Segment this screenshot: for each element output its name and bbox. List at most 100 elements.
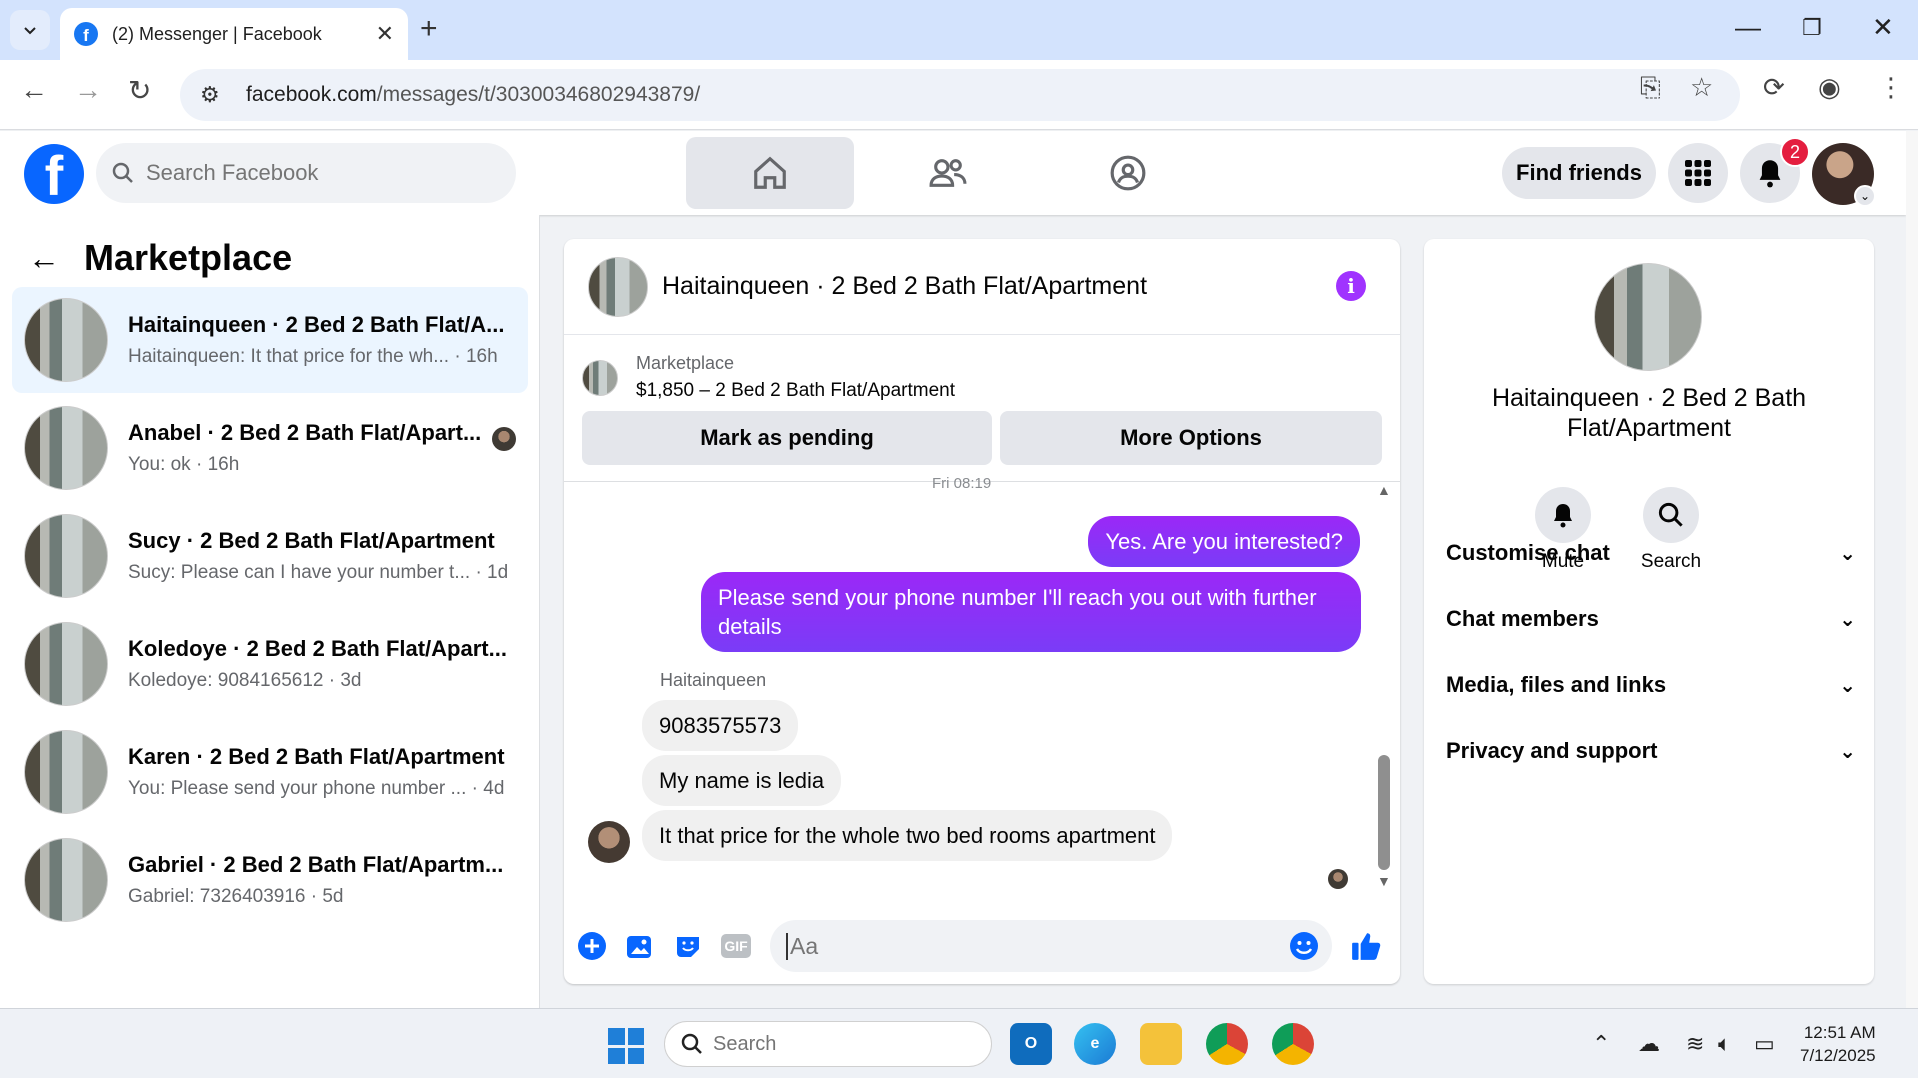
menu-grid-button[interactable]	[1668, 143, 1728, 203]
notification-badge: 2	[1780, 137, 1810, 167]
install-app-icon[interactable]: ⎘	[1640, 72, 1661, 104]
listing-thumbnail	[24, 838, 108, 922]
extension-icon[interactable]: ⟳	[1763, 72, 1785, 103]
chevron-down-icon: ⌄	[1854, 185, 1876, 207]
more-options-button[interactable]: More Options	[1000, 411, 1382, 465]
conversation-item[interactable]: Sucy · 2 Bed 2 Bath Flat/Apartment Sucy: …	[12, 503, 528, 609]
forward-icon[interactable]: →	[74, 74, 102, 106]
back-icon[interactable]: ←	[20, 74, 48, 106]
message-input-wrap[interactable]	[770, 920, 1332, 972]
facebook-search-input[interactable]	[146, 160, 486, 186]
windows-start-icon[interactable]	[608, 1028, 644, 1064]
edge-icon[interactable]: e	[1074, 1023, 1116, 1065]
conversation-item[interactable]: Koledoye · 2 Bed 2 Bath Flat/Apart... Kol…	[12, 611, 528, 717]
message-timestamp: Fri 08:19	[932, 475, 992, 492]
conversation-item[interactable]: Karen · 2 Bed 2 Bath Flat/Apartment You: …	[12, 719, 528, 825]
emoji-button[interactable]	[1288, 930, 1320, 962]
info-icon[interactable]: i	[1336, 271, 1366, 301]
sticker-button[interactable]	[672, 930, 704, 962]
photo-button[interactable]	[624, 930, 656, 962]
chat-info-panel: Haitainqueen · 2 Bed 2 Bath Flat/Apartme…	[1424, 239, 1874, 984]
chat-title[interactable]: Haitainqueen · 2 Bed 2 Bath Flat/Apartme…	[662, 272, 1147, 301]
profile-icon[interactable]: ◉	[1818, 72, 1841, 103]
sender-avatar[interactable]	[588, 821, 630, 863]
new-tab-button[interactable]: +	[420, 12, 438, 46]
scroll-up-icon[interactable]: ▲	[1377, 482, 1391, 498]
chrome-icon[interactable]	[1206, 1023, 1248, 1065]
onedrive-icon[interactable]: ☁	[1638, 1031, 1660, 1057]
section-label: Customise chat	[1446, 540, 1610, 565]
battery-icon[interactable]: ▭	[1754, 1031, 1775, 1057]
page-scrollbar[interactable]	[1906, 131, 1918, 1008]
gif-button[interactable]: GIF	[720, 930, 752, 962]
outgoing-message[interactable]: Yes. Are you interested?	[1088, 516, 1360, 567]
account-avatar[interactable]: ⌄	[1812, 143, 1876, 207]
home-icon	[754, 156, 786, 189]
nav-friends[interactable]	[864, 137, 1032, 209]
browser-tab[interactable]: f (2) Messenger | Facebook ✕	[60, 8, 408, 60]
site-settings-icon[interactable]: ⚙	[200, 82, 236, 108]
conversation-item[interactable]: Anabel · 2 Bed 2 Bath Flat/Apart... You: …	[12, 395, 528, 501]
like-button[interactable]	[1350, 930, 1382, 962]
section-chat-members[interactable]: Chat members ⌄	[1446, 599, 1856, 639]
incoming-message[interactable]: It that price for the whole two bed room…	[642, 810, 1173, 861]
marketplace-listing[interactable]: Marketplace $1,850 – 2 Bed 2 Bath Flat/A…	[582, 353, 955, 402]
listing-thumbnail	[24, 730, 108, 814]
section-media-files-links[interactable]: Media, files and links ⌄	[1446, 665, 1856, 705]
back-arrow-icon[interactable]: ←	[28, 240, 60, 277]
outlook-icon[interactable]: O	[1010, 1023, 1052, 1065]
window-close-button[interactable]: ✕	[1872, 12, 1894, 43]
chat-scrollbar-thumb[interactable]	[1378, 755, 1390, 870]
conversation-name: Karen · 2 Bed 2 Bath Flat/Apartment	[128, 744, 505, 769]
menu-kebab-icon[interactable]: ⋮	[1878, 72, 1904, 103]
wifi-icon[interactable]: ≋	[1686, 1031, 1704, 1057]
scroll-down-icon[interactable]: ▼	[1377, 873, 1391, 889]
conversation-item[interactable]: Gabriel · 2 Bed 2 Bath Flat/Apartm... Gab…	[12, 827, 528, 933]
seen-avatar	[1328, 869, 1348, 889]
section-customise-chat[interactable]: Customise chat ⌄	[1446, 533, 1856, 573]
facebook-search[interactable]	[96, 143, 516, 203]
outgoing-message[interactable]: Please send your phone number I'll reach…	[701, 572, 1361, 652]
chrome-profile-icon[interactable]	[1272, 1023, 1314, 1065]
minimize-button[interactable]: —	[1735, 12, 1761, 43]
conversation-preview: Haitainqueen: It that price for the wh..…	[128, 346, 498, 367]
volume-icon[interactable]: 🔈︎	[1718, 1031, 1731, 1057]
restore-button[interactable]: ❐	[1802, 15, 1822, 41]
nav-groups[interactable]	[1044, 137, 1212, 209]
chat-thumbnail[interactable]	[588, 256, 648, 317]
tray-chevron-up-icon[interactable]: ⌃	[1592, 1031, 1610, 1057]
tab-search-button[interactable]	[10, 10, 50, 50]
file-explorer-icon[interactable]	[1140, 1023, 1182, 1065]
system-clock[interactable]: 12:51 AM 7/12/2025	[1800, 1021, 1876, 1067]
reload-icon[interactable]: ↻	[128, 74, 151, 107]
message-composer: GIF	[564, 911, 1400, 984]
facebook-logo-icon[interactable]: f	[24, 144, 84, 204]
thumbs-up-icon	[1352, 933, 1381, 960]
info-thumbnail[interactable]	[1594, 263, 1702, 371]
address-bar[interactable]: ⚙ facebook.com/messages/t/30300346802943…	[180, 69, 1740, 121]
taskbar-search-input[interactable]	[713, 1032, 913, 1056]
section-privacy-support[interactable]: Privacy and support ⌄	[1446, 731, 1856, 771]
taskbar-search[interactable]	[664, 1021, 992, 1067]
search-icon	[681, 1033, 702, 1054]
tab-close-icon[interactable]: ✕	[376, 21, 394, 47]
conversation-preview: Gabriel: 7326403916 · 5d	[128, 886, 344, 907]
incoming-message[interactable]: 9083575573	[642, 700, 799, 751]
taskbar: O e ⌃ ☁ ≋ 🔈︎ ▭ 12:51 AM 7/12/2025	[0, 1008, 1918, 1078]
incoming-message[interactable]: My name is ledia	[642, 755, 842, 806]
search-icon	[1658, 502, 1683, 527]
listing-thumbnail	[24, 514, 108, 598]
find-friends-button[interactable]: Find friends	[1502, 147, 1656, 199]
conversation-preview: You: ok · 16h	[128, 454, 240, 475]
sender-name: Haitainqueen	[660, 670, 767, 690]
facebook-header: f Find friends 2 ⌄	[0, 131, 1906, 215]
mark-as-pending-button[interactable]: Mark as pending	[582, 411, 992, 465]
browser-toolbar: ← → ↻ ⚙ facebook.com/messages/t/30300346…	[0, 60, 1918, 130]
bookmark-star-icon[interactable]: ☆	[1690, 72, 1713, 103]
plus-button[interactable]	[576, 930, 608, 962]
bell-icon	[1759, 160, 1781, 188]
conversation-item[interactable]: Haitainqueen · 2 Bed 2 Bath Flat/A... Hai…	[12, 287, 528, 393]
listing-thumbnail	[582, 359, 618, 396]
nav-home[interactable]	[686, 137, 854, 209]
message-input[interactable]	[786, 932, 1266, 960]
